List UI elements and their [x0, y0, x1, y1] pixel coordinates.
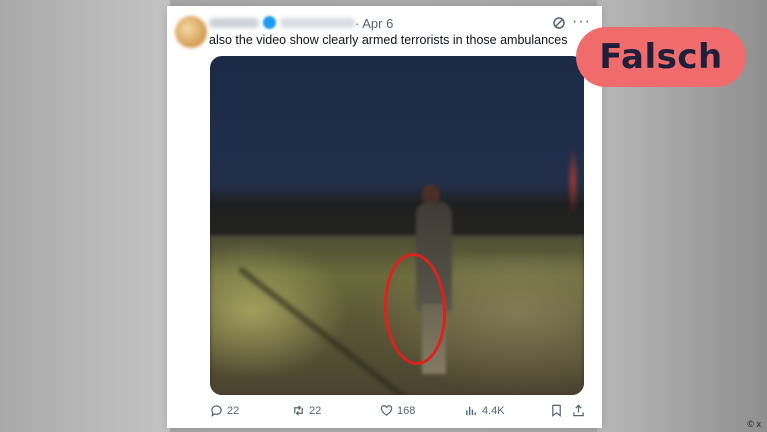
share-button[interactable] [572, 404, 585, 417]
tweet-actions-bar: 22 22 168 4.4K [210, 404, 590, 420]
views-count: 4.4K [482, 404, 505, 417]
reply-count: 22 [227, 404, 240, 417]
reply-button[interactable]: 22 [210, 404, 239, 417]
video-thumbnail[interactable] [210, 56, 584, 395]
views-icon [466, 406, 476, 416]
avatar[interactable] [175, 16, 207, 48]
red-light-glow [568, 146, 578, 216]
tweet-text: also the video show clearly armed terror… [209, 33, 568, 47]
bookmark-icon [552, 404, 561, 417]
repost-icon [294, 405, 303, 416]
blurred-display-name [209, 18, 259, 28]
tweet-date[interactable]: · Apr 6 [355, 16, 393, 31]
horizon-treeline [210, 184, 584, 234]
tweet-card: · Apr 6 ··· also the video show clearly … [167, 6, 602, 428]
repost-count: 22 [309, 404, 322, 417]
like-count: 168 [397, 404, 416, 417]
reply-icon [211, 405, 222, 417]
lit-grass-area [210, 241, 350, 381]
verified-badge-icon [263, 16, 276, 29]
like-button[interactable]: 168 [380, 404, 415, 417]
grok-icon[interactable] [552, 16, 566, 30]
views-button[interactable]: 4.4K [465, 404, 505, 417]
repost-button[interactable]: 22 [292, 404, 321, 417]
fact-check-verdict-badge: Falsch [576, 27, 746, 87]
image-credit: © x [747, 419, 761, 429]
blurred-background-left [0, 0, 170, 432]
blurred-handle [280, 18, 355, 28]
share-icon [573, 404, 584, 417]
bookmark-button[interactable] [550, 404, 563, 417]
more-icon[interactable]: ··· [572, 13, 591, 31]
verdict-label: Falsch [599, 37, 723, 77]
like-icon [380, 405, 393, 416]
